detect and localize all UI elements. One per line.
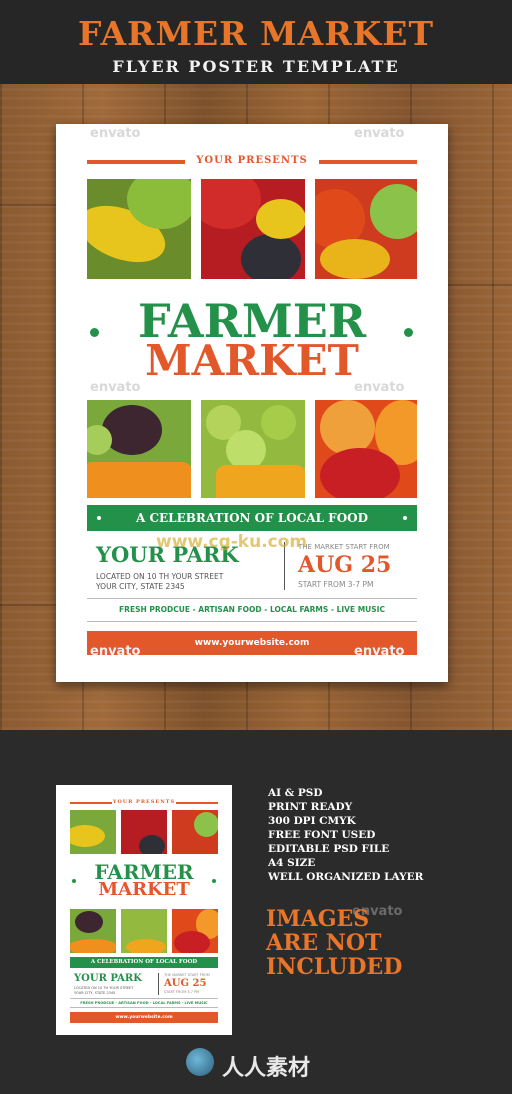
fruit-photo	[70, 909, 116, 953]
event-date: AUG 25	[298, 552, 392, 578]
brand-logo	[186, 1048, 214, 1076]
notice-line: ARE NOT	[266, 930, 382, 956]
celebration-banner: A CELEBRATION OF LOCAL FOOD	[87, 505, 417, 531]
feature-item: AI & PSD	[268, 787, 323, 799]
presents-label: YOUR PRESENTS	[112, 799, 176, 805]
event-date: AUG 25	[164, 978, 207, 989]
divider	[70, 1007, 218, 1008]
feature-list: AI & PSD PRINT READY 300 DPI CMYK FREE F…	[268, 786, 423, 884]
decor-dot	[212, 879, 216, 883]
event-time: START FROM 3-7 PM	[298, 580, 374, 589]
fruit-photo	[172, 810, 218, 854]
fruit-photo	[87, 400, 191, 498]
feature-item: A4 SIZE	[268, 857, 316, 869]
feature-item: EDITABLE PSD FILE	[268, 843, 390, 855]
top-rule-right	[319, 160, 417, 164]
notice-line: INCLUDED	[266, 954, 403, 980]
website-footer: www.yourwebsite.com	[70, 1012, 218, 1023]
banner-text: A CELEBRATION OF LOCAL FOOD	[135, 511, 369, 525]
feature-item: 300 DPI CMYK	[268, 815, 356, 827]
notice-line: IMAGES	[266, 906, 370, 932]
fruit-photo	[70, 810, 116, 854]
top-rule-left	[70, 802, 112, 804]
fruit-photo	[172, 909, 218, 953]
header-title: FARMER MARKET	[77, 14, 435, 53]
envato-watermark: envato	[90, 126, 141, 141]
divider	[70, 998, 218, 999]
envato-watermark: envato	[354, 644, 405, 659]
fruit-photo	[87, 179, 191, 279]
feature-item: FREE FONT USED	[268, 829, 376, 841]
event-time: START FROM 3-7 PM	[164, 990, 200, 994]
fruit-photo	[315, 179, 417, 279]
top-rule-right	[176, 802, 218, 804]
envato-watermark: envato	[354, 380, 405, 395]
address-line2: YOUR CITY, STATE 2345	[74, 991, 116, 995]
fruit-photo	[121, 810, 167, 854]
decor-dot	[97, 516, 101, 520]
top-rule-left	[87, 160, 185, 164]
decor-dot	[404, 328, 413, 337]
divider	[87, 598, 417, 599]
feature-item: WELL ORGANIZED LAYER	[268, 871, 424, 883]
flyer-poster: envato envato YOUR PRESENTS FARMER MARKE…	[56, 124, 448, 682]
header-subtitle: FLYER POSTER TEMPLATE	[112, 57, 400, 76]
brand-name: 人人素材	[222, 1056, 311, 1081]
header: FARMER MARKET FLYER POSTER TEMPLATE	[0, 0, 512, 84]
divider	[87, 621, 417, 622]
start-label: THE MARKET START FROM	[298, 543, 390, 551]
flyer-title-market: MARKET	[98, 879, 190, 900]
address-line2: YOUR CITY, STATE 2345	[96, 582, 185, 591]
flyer-title-market: MARKET	[145, 336, 359, 385]
address-line1: LOCATED ON 10 TH YOUR STREET	[96, 572, 224, 581]
fruit-photo	[201, 400, 305, 498]
fruit-photo	[121, 909, 167, 953]
envato-watermark: envato	[90, 644, 141, 659]
envato-watermark: envato	[90, 380, 141, 395]
highlights: FRESH PRODCUE - ARTISAN FOOD - LOCAL FAR…	[119, 605, 385, 614]
feature-item: PRINT READY	[268, 801, 353, 813]
decor-dot	[403, 516, 407, 520]
divider	[158, 973, 159, 995]
celebration-banner: A CELEBRATION OF LOCAL FOOD	[70, 957, 218, 968]
not-included-notice: IMAGES ARE NOT INCLUDED	[266, 907, 402, 979]
park-name: YOUR PARK	[74, 973, 142, 984]
envato-watermark: envato	[354, 126, 405, 141]
highlights: FRESH PRODCUE - ARTISAN FOOD - LOCAL FAR…	[80, 1001, 208, 1005]
fruit-photo	[315, 400, 417, 498]
fruit-photo	[201, 179, 305, 279]
presents-label: YOUR PRESENTS	[196, 155, 308, 166]
site-watermark: www.cg-ku.com	[156, 532, 308, 552]
flyer-preview: YOUR PRESENTS FARMER MARKET A CELEBRATIO…	[56, 785, 232, 1035]
